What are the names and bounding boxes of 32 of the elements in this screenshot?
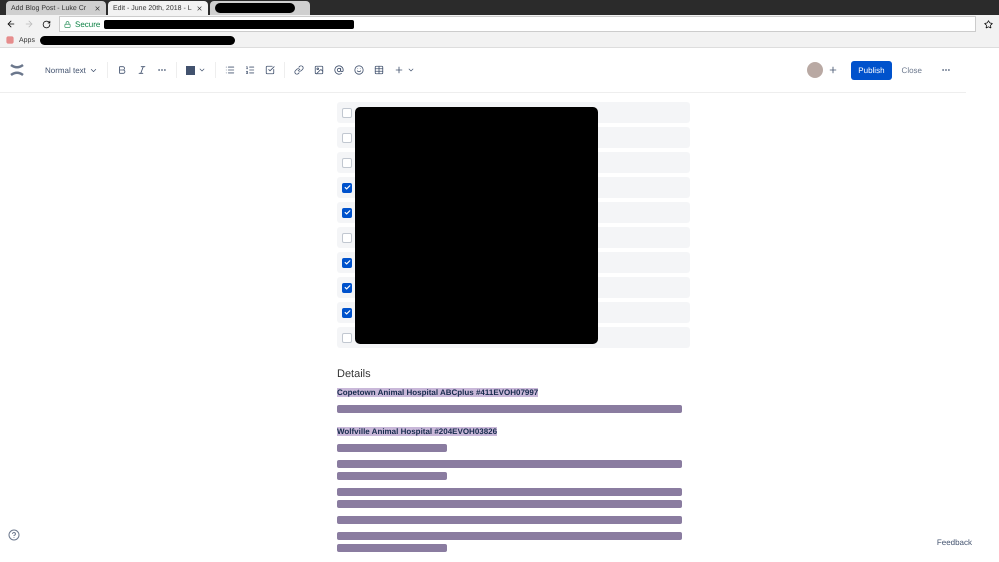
- task-checkbox[interactable]: [342, 332, 352, 342]
- task-checkbox[interactable]: [342, 208, 352, 218]
- hospital-heading: Wolfville Animal Hospital #204EVOH03826: [337, 427, 498, 436]
- browser-tab[interactable]: [210, 1, 310, 15]
- section-heading: Details: [337, 368, 372, 380]
- logo-icon[interactable]: [10, 64, 24, 76]
- apps-icon[interactable]: [6, 36, 14, 44]
- task-checkbox[interactable]: [342, 108, 352, 118]
- task-checkbox[interactable]: [342, 232, 352, 242]
- color-swatch: [186, 66, 195, 74]
- task-checkbox[interactable]: [342, 282, 352, 292]
- task-checkbox[interactable]: [342, 258, 352, 268]
- chevron-down-icon: [406, 66, 415, 74]
- close-icon[interactable]: [196, 4, 203, 12]
- secure-label: Secure: [75, 20, 100, 28]
- text-style-dropdown[interactable]: Normal text: [40, 60, 103, 80]
- lock-icon: [64, 20, 71, 28]
- task-checkbox[interactable]: [342, 158, 352, 168]
- publish-button[interactable]: Publish: [851, 60, 892, 80]
- address-field[interactable]: Secure: [59, 16, 976, 32]
- star-icon[interactable]: [984, 20, 993, 28]
- chevron-down-icon: [198, 66, 206, 74]
- hospital-heading: Copetown Animal Hospital ABCplus #411EVOH07997: [337, 388, 538, 397]
- back-icon[interactable]: [6, 19, 16, 29]
- reload-icon[interactable]: [42, 20, 51, 28]
- close-icon[interactable]: [94, 4, 101, 12]
- task-checkbox[interactable]: [342, 308, 352, 318]
- task-checkbox[interactable]: [342, 182, 352, 192]
- plus-icon: [394, 65, 404, 75]
- close-button[interactable]: Close: [896, 64, 928, 76]
- feedback-button[interactable]: Feedback: [930, 537, 978, 548]
- task-checkbox[interactable]: [342, 132, 352, 142]
